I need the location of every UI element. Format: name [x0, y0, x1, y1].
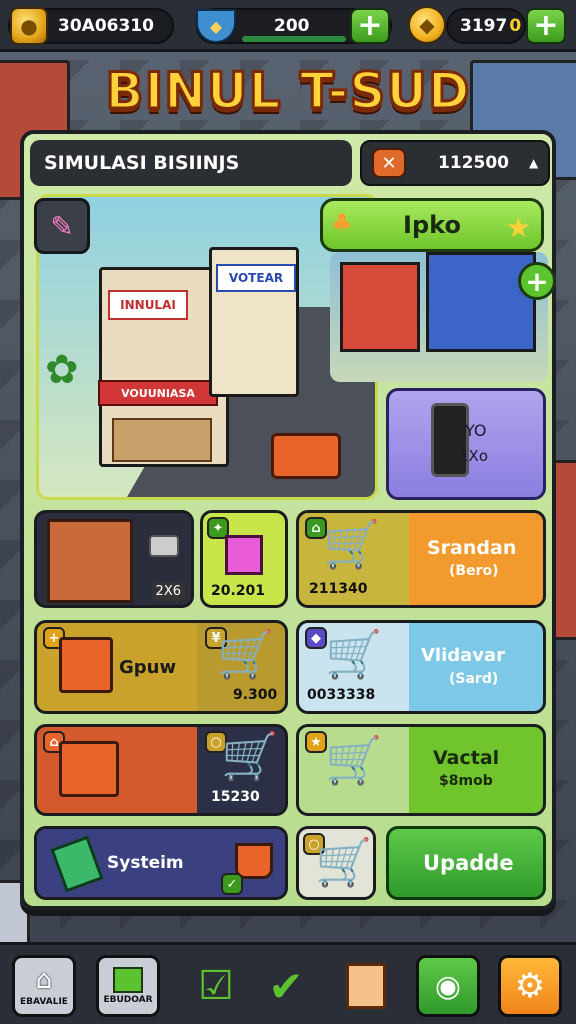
vlidavar-card[interactable]: ◆ 🛒 0033338 Vlidavar (Sard) [296, 620, 546, 714]
gold-counter: ● 30A06310 [8, 7, 174, 45]
gems-counter: 3197 0 [446, 8, 526, 44]
brush-tool-button[interactable]: ✎ [34, 198, 90, 254]
gold-value: 30A06310 [58, 16, 154, 36]
add-food-button[interactable]: + [350, 8, 390, 44]
update-label: Upadde [423, 851, 514, 875]
standard-card[interactable]: ⌂ 🛒 211340 Srandan (Bero) [296, 510, 546, 608]
pink-box-icon [225, 535, 263, 575]
phone-upgrade-card[interactable]: YO 1Xo [386, 388, 546, 500]
phone-line-1: YO [465, 421, 487, 440]
store-annex: VOTEAR [209, 247, 299, 397]
home-icon: ⌂ [35, 965, 53, 995]
box-item-card[interactable]: ✦ 20.201 [200, 510, 288, 608]
book-icon [113, 967, 143, 993]
nav-profile-button[interactable]: ◉ [416, 955, 480, 1017]
register-value: 15230 [211, 789, 260, 805]
awning-shop [340, 262, 420, 352]
gold-coin-icon: ● [10, 7, 48, 45]
budget-display[interactable]: ✕ 112500 ▲ [360, 140, 550, 186]
blue-shop [426, 252, 536, 352]
shopping-street[interactable] [330, 252, 548, 382]
store-shelves [112, 418, 212, 462]
vactal-cart-icon: 🛒 [325, 733, 383, 787]
checkmark-icon: ✔ [268, 961, 304, 1011]
nav-book-button[interactable]: EBUDOAR [96, 955, 160, 1017]
add-gems-button[interactable]: + [526, 8, 566, 44]
standard-label: Srandan [427, 537, 517, 559]
location-icon: ◉ [434, 968, 462, 1004]
game-title: BINUL T-SUD [104, 61, 471, 122]
store-sign-top: INNULAI [108, 290, 188, 320]
cash-register-icon [59, 637, 113, 693]
annex-sign: VOTEAR [216, 264, 296, 292]
vactal-sub: $8mob [439, 773, 493, 789]
vactal-label: Vactal [433, 747, 500, 769]
money-stack-icon [50, 835, 104, 893]
delivery-cart [271, 433, 341, 479]
main-panel: SIMULASI BISIINJS ✕ 112500 ▲ ✿ INNULAI V… [20, 130, 556, 910]
shopping-cart-icon: 🛒 [323, 517, 381, 571]
gem-shield-icon: ◆ [408, 6, 446, 44]
phone-line-2: 1Xo [459, 447, 488, 465]
cart-shortcut-card[interactable]: ○ 🛒 [296, 826, 376, 900]
book-caption: EBUDOAR [103, 995, 153, 1005]
register-card[interactable]: ⌂ ○ 🛒 15230 [34, 724, 288, 816]
gpuw-label: Gpuw [119, 657, 177, 678]
update-button[interactable]: Upadde [386, 826, 546, 900]
vlidavar-sub: (Sard) [449, 671, 499, 687]
shelf-icon [47, 519, 133, 603]
register-cart-icon: 🛒 [221, 729, 279, 783]
nav-notes-button[interactable] [334, 955, 398, 1017]
bottom-nav-bar: ⌂ EBAVALIE EBUDOAR ☑ ✔ ◉ ⚙ [0, 942, 576, 1024]
vlidavar-value: 0033338 [307, 687, 376, 703]
food-bowl-icon: ◆ [196, 9, 236, 43]
shield-badge-icon: ◆ [305, 627, 327, 649]
star-icon: ★ [505, 211, 531, 244]
standard-value: 211340 [309, 581, 368, 597]
camera-icon [149, 535, 179, 557]
store-sign-front: VOUUNIASA [98, 380, 218, 406]
gear-icon: ⚙ [514, 966, 546, 1006]
register-machine-icon [59, 741, 119, 797]
food-progress-bar [242, 36, 346, 42]
ipko-button[interactable]: ♣ Ipko ★ [320, 198, 544, 252]
budget-value: 112500 [438, 153, 509, 173]
potted-plant-icon: ✿ [45, 347, 79, 393]
phone-icon [431, 403, 469, 477]
checkbox-icon: ☑ [198, 963, 234, 1009]
check-badge-icon: ✓ [221, 873, 243, 895]
cart-shortcut-icon: 🛒 [315, 835, 373, 889]
box-item-value: 20.201 [211, 583, 266, 599]
gpuw-value: 9.300 [233, 687, 278, 703]
bird-icon: ♣ [331, 209, 353, 237]
nav-home-button[interactable]: ⌂ EBAVALIE [12, 955, 76, 1017]
system-label: Systeim [107, 853, 184, 873]
home-caption: EBAVALIE [20, 997, 68, 1007]
system-card[interactable]: Systeim ✓ [34, 826, 288, 900]
add-shop-button[interactable]: + [518, 262, 556, 300]
top-resource-bar: ● 30A06310 ◆ 200 + ◆ 3197 0 + [0, 0, 576, 52]
gpuw-cart-icon: 🛒 [217, 627, 275, 681]
settings-button[interactable]: ⚙ [498, 955, 562, 1017]
ipko-label: Ipko [403, 211, 461, 239]
no-ads-icon: ✕ [372, 148, 406, 178]
gems-suffix: 0 [509, 16, 522, 36]
nav-confirm-button[interactable]: ✔ [254, 955, 318, 1017]
vlidavar-label: Vlidavar [421, 645, 506, 666]
star-badge-icon: ★ [305, 731, 327, 753]
gpuw-card[interactable]: + Gpuw ¥ 🛒 9.300 [34, 620, 288, 714]
budget-arrow-icon[interactable]: ▲ [529, 156, 538, 170]
vlidavar-cart-icon: 🛒 [325, 627, 383, 681]
panel-subtitle: SIMULASI BISIINJS [30, 140, 352, 186]
nav-check-button[interactable]: ☑ [184, 955, 248, 1017]
shop-shelf-card[interactable]: 2X6 [34, 510, 194, 608]
notepad-icon [346, 963, 386, 1009]
gems-value: 3197 [460, 16, 508, 36]
shop-count: 2X6 [151, 582, 185, 601]
food-value: 200 [274, 16, 310, 36]
vactal-card[interactable]: ★ 🛒 Vactal $8mob [296, 724, 546, 816]
standard-sub: (Bero) [449, 563, 499, 579]
